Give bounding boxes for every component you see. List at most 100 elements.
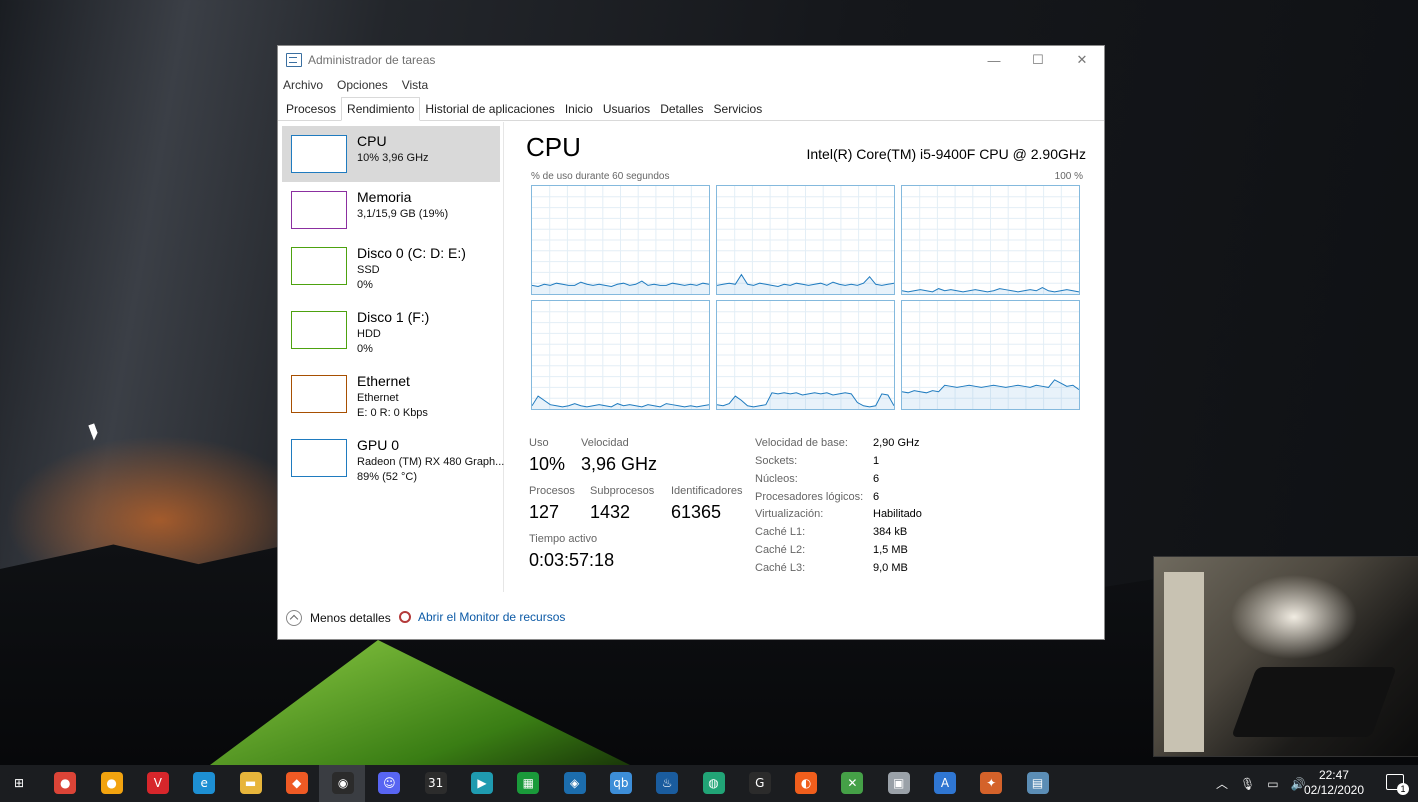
sidebar-item-detail: E: 0 R: 0 Kbps bbox=[357, 407, 428, 419]
app-g-icon[interactable]: G bbox=[748, 772, 771, 794]
core-graph-4 bbox=[716, 300, 895, 410]
chevron-up-icon[interactable]: ︿ bbox=[1216, 775, 1228, 792]
sidebar-item-disco-1[interactable]: Disco 1 (F:) HDD 0% bbox=[282, 302, 500, 358]
network-icon[interactable]: ▭ bbox=[1267, 777, 1278, 791]
core-graph-1 bbox=[716, 185, 895, 295]
sidebar-item-label: GPU 0 bbox=[357, 437, 400, 453]
microphone-icon[interactable]: 🎙 bbox=[1240, 777, 1255, 791]
webcam-overlay bbox=[1153, 556, 1418, 757]
media-icon[interactable]: ▶ bbox=[471, 772, 493, 794]
tab-bar: Procesos Rendimiento Historial de aplica… bbox=[278, 96, 1104, 121]
detail-key: Caché L3: bbox=[755, 562, 806, 574]
game-icon[interactable]: ✦ bbox=[980, 772, 1003, 794]
close-button[interactable]: ✕ bbox=[1060, 46, 1104, 74]
cpu-model: Intel(R) Core(TM) i5-9400F CPU @ 2.90GHz bbox=[806, 146, 1086, 162]
recycle-icon[interactable]: ▣ bbox=[887, 772, 910, 794]
steam-icon[interactable]: ♨ bbox=[656, 772, 679, 794]
sidebar-item-detail: SSD bbox=[357, 264, 380, 276]
sidebar-item-gpu-0[interactable]: GPU 0 Radeon (TM) RX 480 Graph... 89% (5… bbox=[282, 430, 504, 486]
disk1-thumbnail-graph bbox=[291, 311, 347, 349]
detail-value: 9,0 MB bbox=[873, 562, 908, 574]
minimize-button[interactable]: — bbox=[972, 46, 1016, 74]
obs-icon[interactable]: ◉ bbox=[332, 772, 355, 794]
detail-key: Caché L2: bbox=[755, 544, 806, 556]
tab-rendimiento[interactable]: Rendimiento bbox=[341, 97, 421, 121]
chrome-canary-icon[interactable]: ● bbox=[100, 772, 123, 794]
menu-vista[interactable]: Vista bbox=[402, 78, 428, 92]
vs-icon[interactable]: ◈ bbox=[563, 772, 586, 794]
core-graph-svg bbox=[717, 186, 894, 294]
film-icon[interactable]: ▦ bbox=[517, 772, 540, 794]
sidebar-item-memoria[interactable]: Memoria 3,1/15,9 GB (19%) bbox=[282, 182, 500, 238]
sidebar-item-detail: 10% 3,96 GHz bbox=[357, 152, 429, 164]
tiempo-activo-value: 0:03:57:18 bbox=[529, 550, 615, 570]
detail-key: Procesadores lógicos: bbox=[755, 491, 864, 503]
cpu-thumbnail-graph bbox=[291, 135, 347, 173]
footer-bar: Menos detalles Abrir el Monitor de recur… bbox=[278, 602, 1104, 632]
tab-detalles[interactable]: Detalles bbox=[655, 99, 708, 120]
fewer-details-button[interactable]: Menos detalles bbox=[286, 610, 391, 626]
sidebar-item-ethernet[interactable]: Ethernet Ethernet E: 0 R: 0 Kbps bbox=[282, 366, 500, 422]
memory-thumbnail-graph bbox=[291, 191, 347, 229]
maximize-button[interactable]: ☐ bbox=[1016, 46, 1060, 74]
ethernet-thumbnail-graph bbox=[291, 375, 347, 413]
resource-monitor-link[interactable]: Abrir el Monitor de recursos bbox=[399, 610, 565, 624]
qbittorrent-icon[interactable]: qb bbox=[609, 772, 632, 794]
taskbar: ⊞ ● ● Ve ▬ ◆ ◉ ☺ 31 ▶ ▦ ◈ qb ♨ ◍ G ◐ ✕ ▣ A ✦ ▤ ︿ 🎙 ▭ 🔊 22:47 … bbox=[0, 765, 1418, 802]
identificadores-value: 61365 bbox=[671, 502, 722, 522]
core-graph-5 bbox=[901, 300, 1080, 410]
detail-key: Virtualización: bbox=[755, 508, 824, 520]
file-explorer-icon[interactable]: ▬ bbox=[239, 772, 262, 794]
xbox-icon[interactable]: ✕ bbox=[841, 772, 864, 794]
title-bar[interactable]: Administrador de tareas — ☐ ✕ bbox=[278, 46, 1104, 74]
menu-opciones[interactable]: Opciones bbox=[337, 78, 388, 92]
system-tray: ︿ 🎙 ▭ 🔊 bbox=[1216, 765, 1306, 802]
identificadores-label: Identificadores bbox=[671, 485, 743, 497]
core-graph-svg bbox=[717, 301, 894, 409]
discord-icon[interactable]: ☺ bbox=[378, 772, 401, 794]
tab-servicios[interactable]: Servicios bbox=[709, 99, 768, 120]
edge-icon[interactable]: e bbox=[193, 772, 216, 794]
sidebar-item-cpu[interactable]: CPU 10% 3,96 GHz bbox=[282, 126, 500, 182]
detail-key: Velocidad de base: bbox=[755, 437, 848, 449]
tab-inicio[interactable]: Inicio bbox=[560, 99, 598, 120]
sidebar-item-detail: 89% (52 °C) bbox=[357, 471, 418, 483]
velocidad-label: Velocidad bbox=[581, 437, 629, 449]
translator-icon[interactable]: A bbox=[934, 772, 956, 794]
tab-historial[interactable]: Historial de aplicaciones bbox=[420, 99, 559, 120]
usage-graph-label: % de uso durante 60 segundos bbox=[531, 171, 670, 182]
resource-monitor-label: Abrir el Monitor de recursos bbox=[418, 610, 566, 624]
resource-sidebar: CPU 10% 3,96 GHz Memoria 3,1/15,9 GB (19… bbox=[278, 122, 504, 592]
detail-value: 6 bbox=[873, 491, 880, 503]
taskbar-clock[interactable]: 22:47 02/12/2020 bbox=[1304, 768, 1364, 798]
core-graph-0 bbox=[531, 185, 710, 295]
menu-bar: Archivo Opciones Vista bbox=[278, 74, 1104, 96]
detail-value: 384 kB bbox=[873, 526, 908, 538]
sidebar-item-label: Memoria bbox=[357, 189, 412, 205]
tab-usuarios[interactable]: Usuarios bbox=[598, 99, 655, 120]
sidebar-item-disco-0[interactable]: Disco 0 (C: D: E:) SSD 0% bbox=[282, 238, 500, 294]
notification-center-icon[interactable]: 1 bbox=[1386, 774, 1409, 795]
vivaldi-icon[interactable]: V bbox=[146, 772, 169, 794]
core-graph-svg bbox=[902, 186, 1079, 294]
webcam-monitor bbox=[1164, 572, 1204, 752]
gamepad-icon[interactable]: ◍ bbox=[702, 772, 725, 794]
tab-procesos[interactable]: Procesos bbox=[281, 99, 341, 120]
firefox-icon[interactable]: ◐ bbox=[795, 772, 818, 794]
detail-value: 2,90 GHz bbox=[873, 437, 920, 449]
brave-icon[interactable]: ◆ bbox=[285, 772, 308, 794]
calendar-icon[interactable]: 31 bbox=[424, 772, 447, 794]
start-icon[interactable]: ⊞ bbox=[8, 772, 30, 794]
chrome-icon[interactable]: ● bbox=[54, 772, 77, 794]
task-manager-icon[interactable]: ▤ bbox=[1026, 772, 1049, 794]
sidebar-item-detail: 0% bbox=[357, 279, 373, 291]
clock-date: 02/12/2020 bbox=[1303, 783, 1364, 797]
sidebar-item-detail: Ethernet bbox=[357, 392, 399, 404]
tiempo-activo-label: Tiempo activo bbox=[529, 533, 598, 545]
task-manager-icon bbox=[286, 53, 302, 67]
sidebar-item-label: Disco 1 (F:) bbox=[357, 309, 430, 325]
clock-time: 22:47 bbox=[1318, 768, 1349, 782]
menu-archivo[interactable]: Archivo bbox=[283, 78, 323, 92]
uso-label: Uso bbox=[529, 437, 549, 449]
procesos-value: 127 bbox=[529, 502, 560, 522]
